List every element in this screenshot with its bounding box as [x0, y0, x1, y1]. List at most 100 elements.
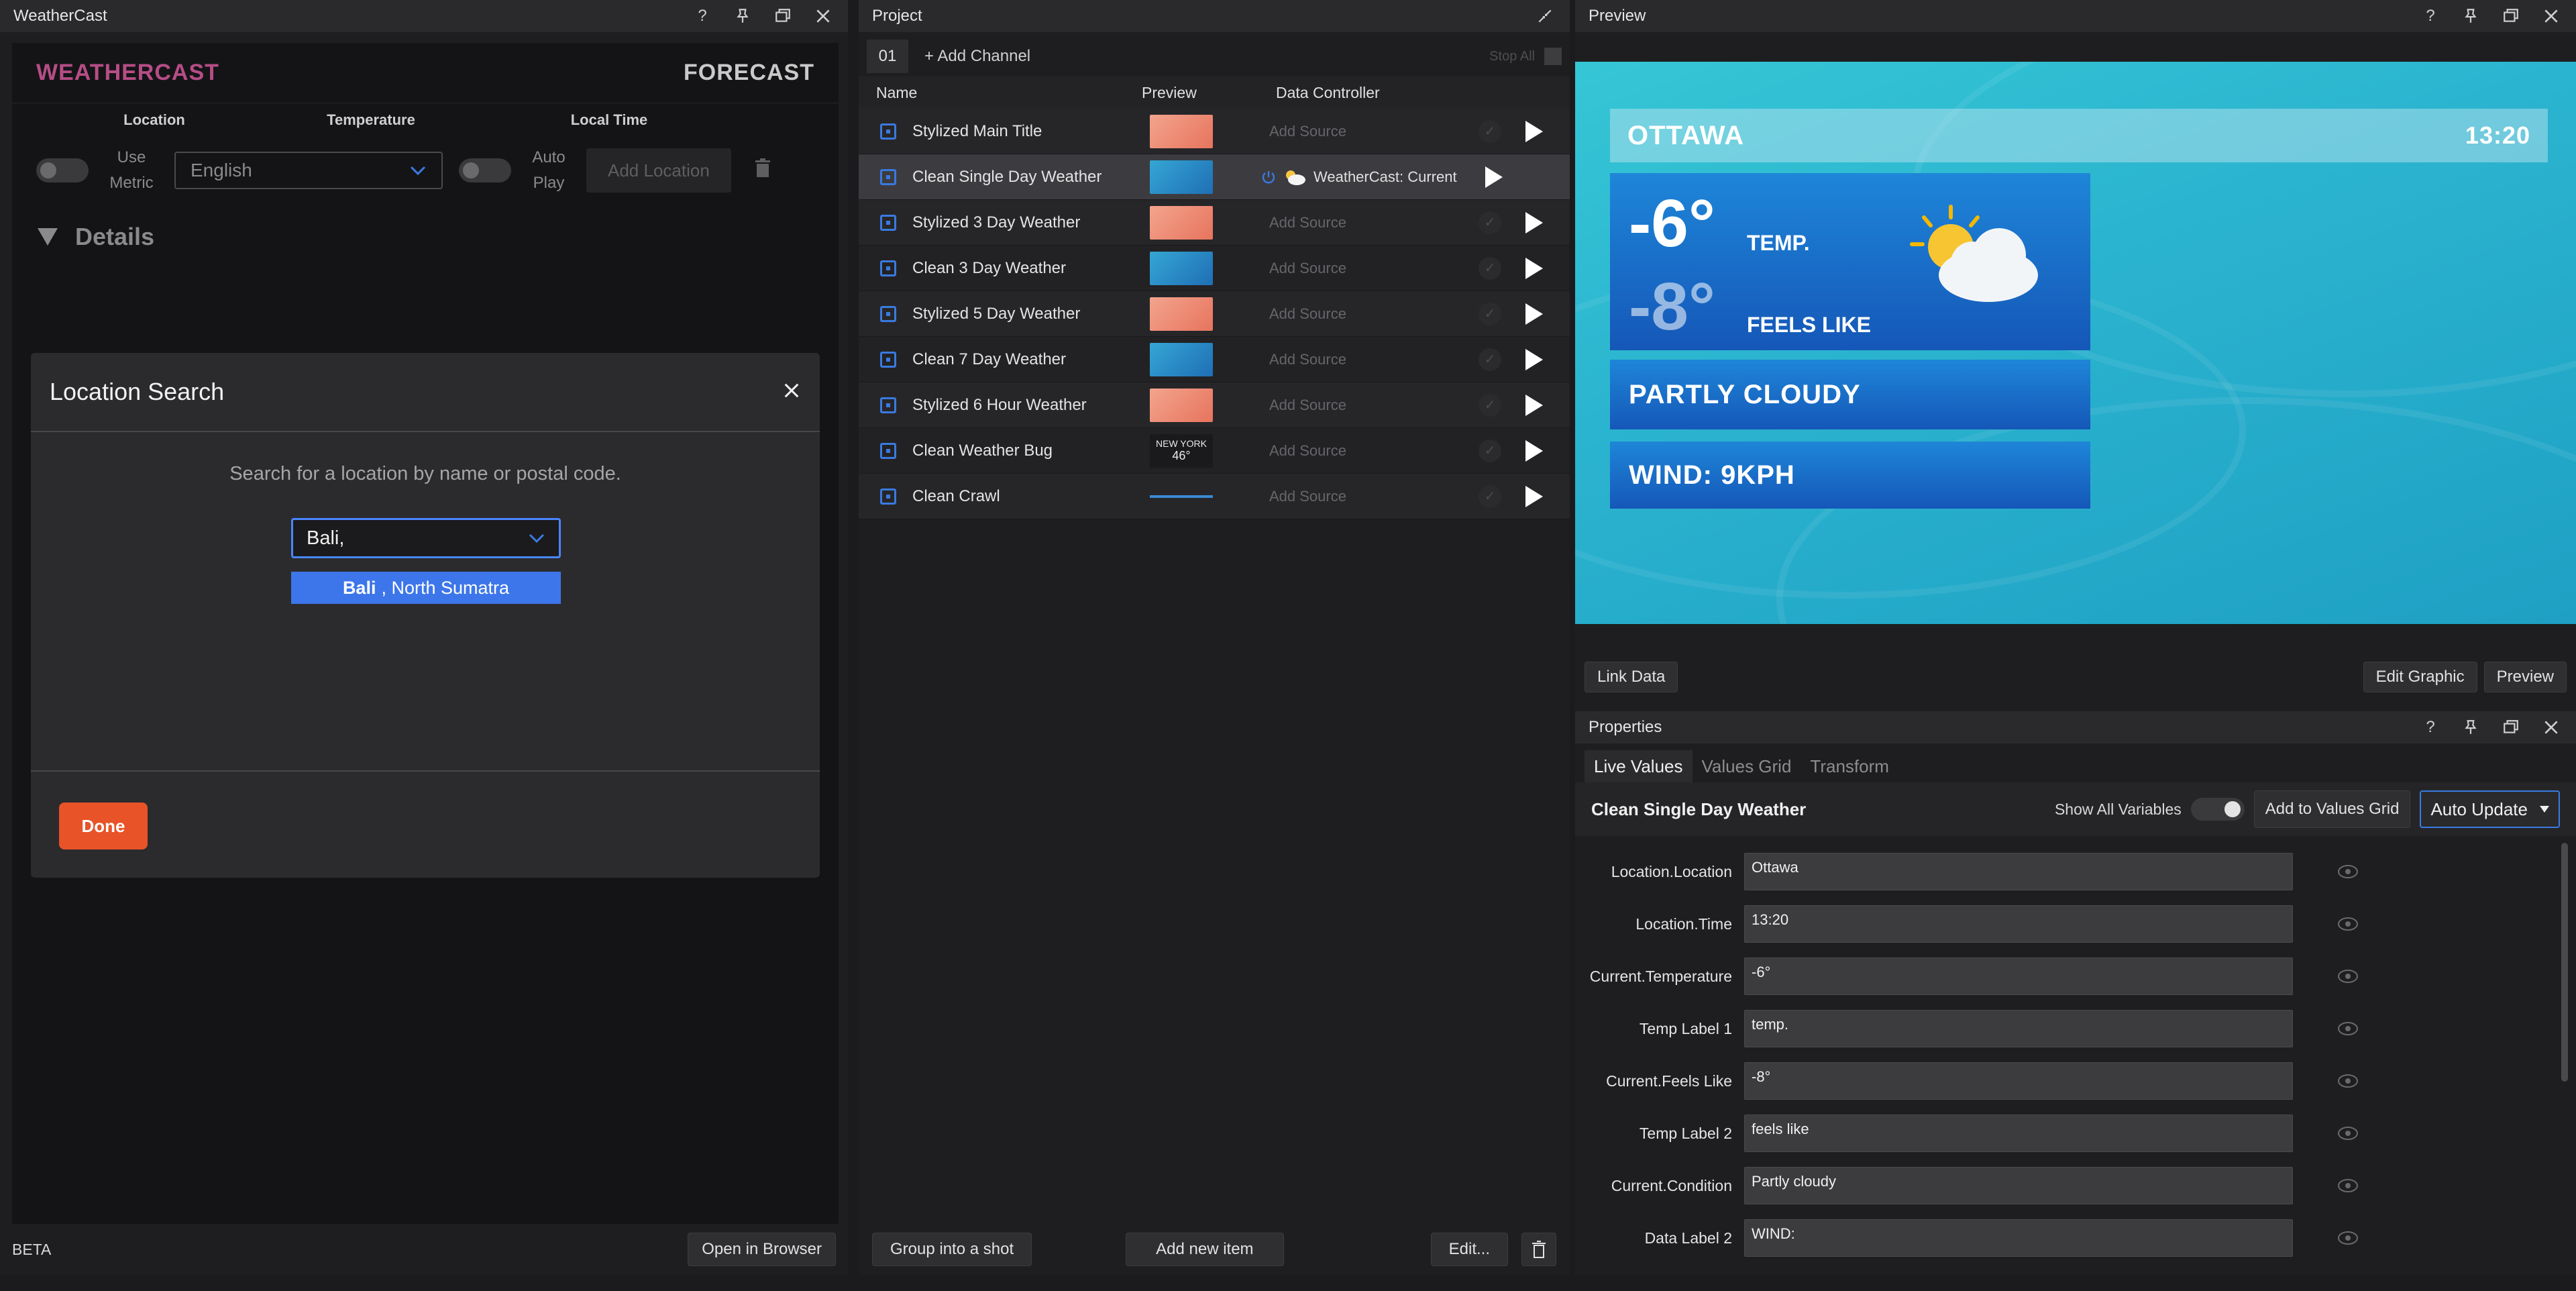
play-icon[interactable] — [1485, 166, 1503, 188]
auto-play-label: Auto Play — [532, 148, 566, 192]
project-row[interactable]: Clean Weather Bug NEW YORK 46° Add Sourc… — [859, 428, 1570, 474]
variable-row: Current.Feels Like -8° — [1575, 1055, 2549, 1107]
play-icon[interactable] — [1525, 211, 1543, 234]
pin-icon[interactable] — [2459, 5, 2482, 28]
variable-input[interactable]: Ottawa — [1744, 853, 2293, 890]
add-source[interactable]: Add Source — [1269, 442, 1470, 460]
location-suggestion[interactable]: Bali, North Sumatra — [291, 572, 561, 604]
show-all-variables-toggle[interactable] — [2190, 798, 2245, 821]
popout-icon[interactable] — [2500, 5, 2522, 28]
auto-update-dropdown[interactable]: Auto Update — [2420, 790, 2560, 828]
project-row[interactable]: Clean 3 Day Weather Add Source ✓ — [859, 246, 1570, 291]
check-icon[interactable]: ✓ — [1479, 393, 1501, 417]
details-section[interactable]: Details — [12, 223, 839, 251]
check-icon[interactable]: ✓ — [1479, 119, 1501, 143]
project-row[interactable]: Stylized Main Title Add Source ✓ — [859, 109, 1570, 154]
group-into-shot-button[interactable]: Group into a shot — [872, 1233, 1032, 1266]
modal-close-icon[interactable] — [782, 381, 801, 403]
eye-icon[interactable] — [2337, 1231, 2359, 1245]
play-icon[interactable] — [1525, 257, 1543, 279]
pin-icon[interactable] — [731, 5, 754, 28]
channel-tab-01[interactable]: 01 — [867, 40, 908, 73]
delete-button[interactable] — [1521, 1233, 1556, 1266]
variable-input[interactable]: -8° — [1744, 1062, 2293, 1100]
open-in-browser-button[interactable]: Open in Browser — [688, 1233, 836, 1266]
stop-all-checkbox[interactable] — [1544, 48, 1562, 65]
link-data-button[interactable]: Link Data — [1585, 662, 1678, 692]
project-row[interactable]: Stylized 5 Day Weather Add Source ✓ — [859, 291, 1570, 337]
popout-icon[interactable] — [771, 5, 794, 28]
help-icon[interactable]: ? — [2419, 716, 2442, 739]
project-row[interactable]: Stylized 3 Day Weather Add Source ✓ — [859, 200, 1570, 246]
auto-play-toggle[interactable] — [459, 158, 511, 183]
properties-scrollbar[interactable] — [2561, 843, 2568, 1082]
add-to-values-grid-button[interactable]: Add to Values Grid — [2253, 790, 2411, 828]
preview-button[interactable]: Preview — [2483, 662, 2567, 692]
add-source[interactable]: Add Source — [1269, 488, 1470, 505]
add-new-item-button[interactable]: Add new item — [1126, 1233, 1284, 1266]
collapse-icon[interactable] — [1534, 5, 1556, 28]
help-icon[interactable]: ? — [2419, 5, 2442, 28]
tab-values-grid[interactable]: Values Grid — [1693, 750, 1801, 782]
edit-graphic-button[interactable]: Edit Graphic — [2363, 662, 2477, 692]
play-icon[interactable] — [1525, 394, 1543, 416]
graphic-icon — [880, 442, 896, 459]
check-icon[interactable]: ✓ — [1479, 484, 1501, 508]
check-icon[interactable]: ✓ — [1479, 348, 1501, 371]
play-icon[interactable] — [1525, 440, 1543, 462]
project-row[interactable]: Clean 7 Day Weather Add Source ✓ — [859, 337, 1570, 382]
tab-live-values[interactable]: Live Values — [1585, 750, 1693, 782]
eye-icon[interactable] — [2337, 1021, 2359, 1036]
play-icon[interactable] — [1525, 348, 1543, 370]
temperature-label: TEMP. — [1747, 231, 1810, 255]
eye-icon[interactable] — [2337, 1126, 2359, 1141]
trash-icon[interactable] — [754, 158, 771, 183]
close-icon[interactable] — [812, 5, 835, 28]
eye-icon[interactable] — [2337, 1074, 2359, 1088]
add-source[interactable]: Add Source — [1269, 351, 1470, 368]
variable-input[interactable]: 13:20 — [1744, 905, 2293, 943]
check-icon[interactable]: ✓ — [1479, 302, 1501, 325]
add-source[interactable]: Add Source — [1269, 260, 1470, 277]
variable-input[interactable]: Partly cloudy — [1744, 1167, 2293, 1204]
project-row[interactable]: Clean Crawl Add Source ✓ — [859, 474, 1570, 519]
pin-icon[interactable] — [2459, 716, 2482, 739]
weathercast-logo: WEATHERCAST — [36, 60, 219, 85]
check-icon[interactable]: ✓ — [1479, 211, 1501, 234]
add-source[interactable]: Add Source — [1269, 214, 1470, 231]
location-search-input[interactable]: Bali, — [291, 518, 561, 558]
play-icon[interactable] — [1525, 120, 1543, 142]
popout-icon[interactable] — [2500, 716, 2522, 739]
done-button[interactable]: Done — [59, 803, 148, 849]
variable-input[interactable]: WIND: — [1744, 1219, 2293, 1257]
add-source[interactable]: Add Source — [1269, 397, 1470, 414]
eye-icon[interactable] — [2337, 864, 2359, 879]
tab-transform[interactable]: Transform — [1801, 750, 1898, 782]
help-icon[interactable]: ? — [691, 5, 714, 28]
eye-icon[interactable] — [2337, 969, 2359, 984]
stop-all[interactable]: Stop All — [1489, 48, 1562, 65]
add-location-button[interactable]: Add Location — [586, 148, 731, 193]
close-icon[interactable] — [2540, 716, 2563, 739]
check-icon[interactable]: ✓ — [1479, 256, 1501, 280]
properties-tabs: Live Values Values Grid Transform — [1585, 750, 1898, 782]
eye-icon[interactable] — [2337, 917, 2359, 931]
play-icon[interactable] — [1525, 485, 1543, 507]
variable-input[interactable]: feels like — [1744, 1115, 2293, 1152]
project-row[interactable]: Clean Single Day Weather WeatherCast: Cu… — [859, 154, 1570, 200]
add-channel-button[interactable]: + Add Channel — [924, 47, 1030, 66]
add-source[interactable]: Add Source — [1269, 123, 1470, 140]
variable-input[interactable]: temp. — [1744, 1010, 2293, 1047]
eye-icon[interactable] — [2337, 1178, 2359, 1193]
language-select[interactable]: English — [174, 152, 443, 189]
preview-titlebar: Preview ? — [1575, 0, 2576, 32]
use-metric-toggle[interactable] — [36, 158, 89, 183]
check-icon[interactable]: ✓ — [1479, 439, 1501, 462]
add-source[interactable]: Add Source — [1269, 305, 1470, 323]
play-icon[interactable] — [1525, 303, 1543, 325]
project-row[interactable]: Stylized 6 Hour Weather Add Source ✓ — [859, 382, 1570, 428]
data-source[interactable]: WeatherCast: Current — [1261, 168, 1462, 186]
close-icon[interactable] — [2540, 5, 2563, 28]
variable-input[interactable]: -6° — [1744, 958, 2293, 995]
edit-button[interactable]: Edit... — [1430, 1233, 1508, 1266]
